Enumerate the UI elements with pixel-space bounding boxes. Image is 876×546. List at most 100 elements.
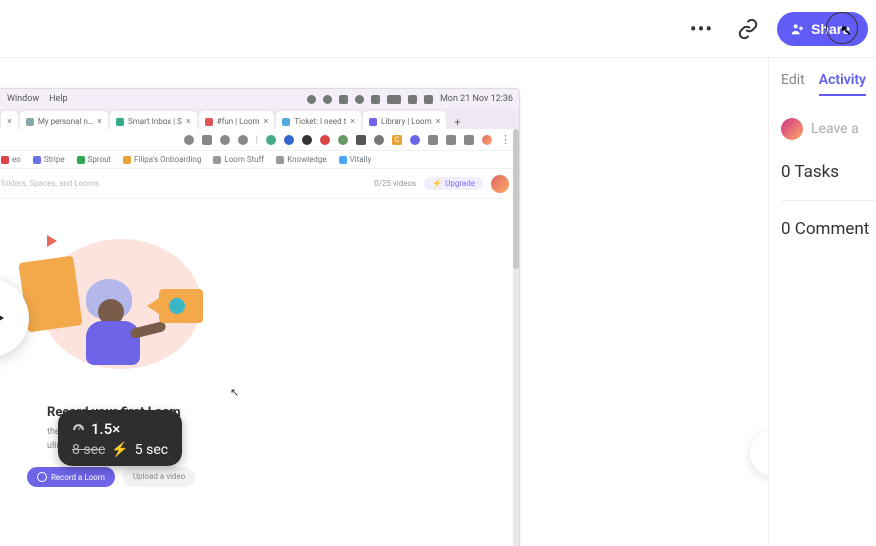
bookmark-icon (33, 156, 41, 164)
ext-icon[interactable] (446, 135, 456, 145)
toolbar-mic-icon[interactable] (184, 135, 194, 145)
right-side-panel: Edit Activity Leave a 0 Tasks 0 Comment (768, 58, 876, 546)
mac-menu-item[interactable]: Help (49, 94, 67, 104)
upload-video-button[interactable]: Upload a video (123, 467, 196, 487)
bookmark-label: eo (12, 155, 21, 164)
bookmark-label: Sprout (88, 155, 111, 164)
embedded-screenshot: Window Help Mon 21 Nov 12:36 × M (0, 88, 520, 546)
tab-close-icon[interactable]: × (436, 117, 441, 127)
ext-icon[interactable] (410, 135, 420, 145)
tab-close-icon[interactable]: × (350, 117, 355, 127)
link-icon (737, 18, 759, 40)
bookmark-icon (77, 156, 85, 164)
loom-search-input[interactable]: folders, Spaces, and Looms (1, 179, 374, 188)
bookmark-icon (339, 156, 347, 164)
record-loom-button[interactable]: Record a Loom (27, 467, 115, 487)
bookmark-item[interactable]: Knowledge (276, 155, 326, 164)
scrollbar[interactable] (513, 129, 519, 546)
tab-label: Smart Inbox | S (128, 117, 182, 126)
browser-tab[interactable]: My personal n… × (20, 111, 108, 129)
speed-rate-label: 1.5× (91, 420, 120, 438)
ext-icon[interactable] (320, 135, 330, 145)
comments-count: 0 Comment (781, 219, 876, 239)
bookmark-label: Vitally (350, 155, 372, 164)
bookmark-item[interactable]: Vitally (339, 155, 372, 164)
tab-close-icon[interactable]: × (97, 117, 102, 127)
comment-placeholder: Leave a (811, 121, 859, 137)
tab-close-icon[interactable]: × (7, 117, 12, 127)
sidepanel-tabs: Edit Activity (781, 72, 876, 96)
speed-old-duration: 8 sec (72, 442, 105, 458)
copy-link-button[interactable] (737, 18, 759, 40)
ext-icon[interactable] (302, 135, 312, 145)
bookmark-item[interactable]: Sprout (77, 155, 111, 164)
loom-app-header: folders, Spaces, and Looms 0/25 videos ⚡… (0, 169, 519, 199)
browser-toolbar: | C ⋮ (0, 129, 519, 151)
bookmark-label: Loom Stuff (224, 155, 264, 164)
comment-input-row[interactable]: Leave a (781, 118, 876, 140)
share-button-label: Share (811, 21, 850, 37)
bookmark-label: Stripe (44, 155, 65, 164)
new-tab-button[interactable]: + (448, 116, 466, 129)
mac-menubar: Window Help Mon 21 Nov 12:36 (0, 89, 519, 109)
floating-action-bubble[interactable] (750, 430, 768, 476)
bookmark-item[interactable]: Loom Stuff (213, 155, 264, 164)
tab-activity[interactable]: Activity (819, 72, 866, 96)
share-button[interactable]: Share ↖ (777, 12, 868, 46)
browser-tab[interactable]: Ticket: I need t× (276, 111, 361, 129)
speed-new-duration: 5 sec (135, 442, 168, 458)
favicon-icon (116, 118, 124, 126)
bookmark-icon (123, 156, 131, 164)
bookmark-item[interactable]: Stripe (33, 155, 65, 164)
control-center-icon (424, 95, 433, 104)
tab-close-icon[interactable]: × (186, 117, 191, 127)
toolbar-icon[interactable] (220, 135, 230, 145)
browser-tabstrip: × My personal n… × Smart Inbox | S × #fun … (0, 109, 519, 129)
playback-speed-pill[interactable]: 1.5× 8 sec ⚡ 5 sec (58, 410, 182, 466)
favicon-icon (369, 118, 377, 126)
battery-icon (387, 95, 401, 104)
favicon-icon (205, 118, 213, 126)
bookmark-item[interactable]: Filipa's Onboarding (123, 155, 201, 164)
status-icon (339, 95, 348, 104)
main-video-area: Window Help Mon 21 Nov 12:36 × M (0, 58, 768, 546)
toolbar-icon[interactable] (202, 135, 212, 145)
browser-tab[interactable]: × (1, 111, 18, 129)
bookmark-bar: eo Stripe Sprout Filipa's Onboarding Loo… (0, 151, 519, 169)
ext-icon[interactable] (284, 135, 294, 145)
ext-icon[interactable] (338, 135, 348, 145)
divider (781, 200, 876, 201)
upgrade-button[interactable]: ⚡Upgrade (424, 177, 483, 190)
bookmark-label: Knowledge (287, 155, 326, 164)
tab-label: Library | Loom (381, 117, 432, 126)
favicon-icon (26, 118, 34, 126)
bookmark-icon (1, 156, 9, 164)
tab-edit[interactable]: Edit (781, 72, 805, 96)
ext-icon[interactable]: C (392, 135, 402, 145)
ext-icon[interactable] (464, 135, 474, 145)
tab-close-icon[interactable]: × (264, 117, 269, 127)
ext-icon[interactable] (356, 135, 366, 145)
ext-icon[interactable] (428, 135, 438, 145)
status-icon (307, 95, 316, 104)
browser-tab[interactable]: #fun | Loom× (199, 111, 275, 129)
more-menu-button[interactable]: ••• (684, 13, 719, 45)
bookmark-item[interactable]: eo (1, 155, 21, 164)
ext-icon[interactable] (374, 135, 384, 145)
user-avatar[interactable] (491, 175, 509, 193)
commenter-avatar (781, 118, 803, 140)
mac-menu-item[interactable]: Window (7, 94, 39, 104)
mac-datetime: Mon 21 Nov 12:36 (440, 94, 513, 104)
bolt-icon: ⚡ (432, 179, 442, 188)
tab-label: My personal n… (38, 117, 93, 126)
bolt-icon: ⚡ (111, 442, 128, 458)
browser-tab[interactable]: Library | Loom × (363, 111, 446, 129)
profile-avatar-icon[interactable] (482, 135, 492, 145)
record-loom-label: Record a Loom (51, 473, 105, 482)
gauge-icon (72, 423, 85, 436)
browser-tab[interactable]: Smart Inbox | S × (110, 111, 197, 129)
people-plus-icon (789, 21, 805, 37)
status-icon (323, 95, 332, 104)
toolbar-icon[interactable] (238, 135, 248, 145)
ext-icon[interactable] (266, 135, 276, 145)
